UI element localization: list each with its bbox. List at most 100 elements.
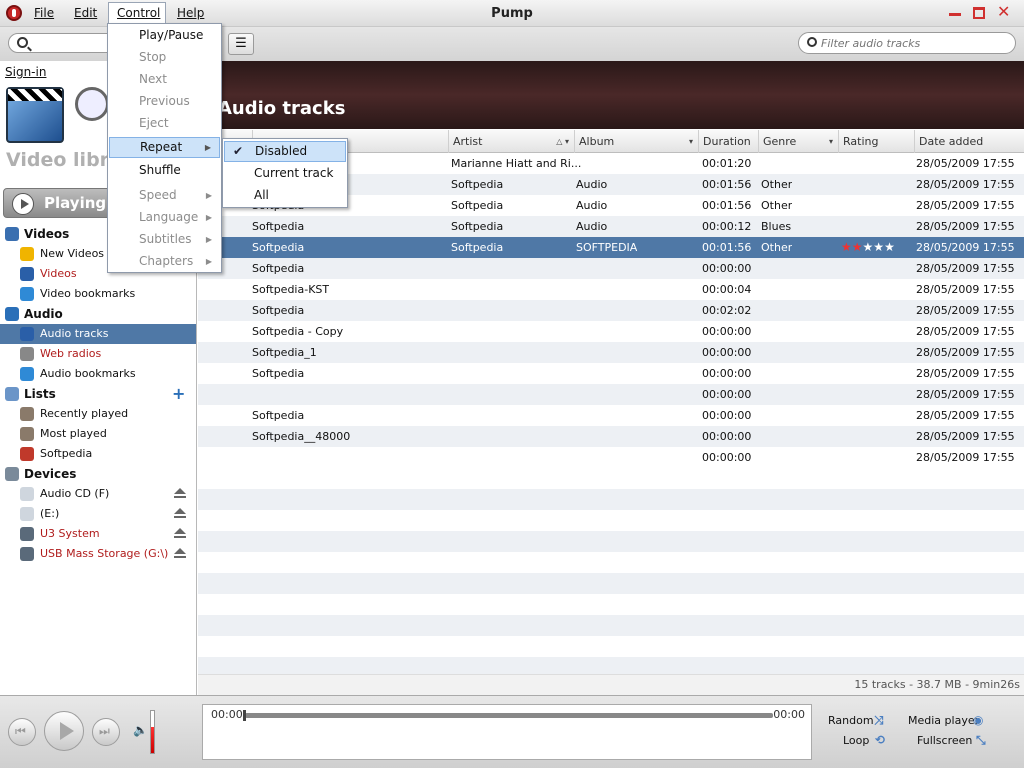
cell-title: Softpedia — [252, 241, 305, 254]
table-row[interactable]: Softpedia 00:00:00 28/05/2009 17:55 — [198, 363, 1024, 384]
column-album-header[interactable]: Album ▾ — [574, 130, 698, 153]
loop-icon[interactable]: ⟲ — [875, 733, 891, 747]
seek-handle[interactable] — [243, 710, 246, 721]
eject-icon[interactable] — [174, 508, 187, 520]
seek-bar[interactable] — [245, 713, 773, 718]
antenna-icon — [20, 347, 34, 361]
sidebar-item-most-played[interactable]: Most played — [0, 424, 196, 444]
window-title: Pump — [491, 6, 533, 21]
repeat-submenu: ✔ Disabled Current track All — [222, 138, 348, 208]
menu-item-shuffle[interactable]: Shuffle — [109, 160, 220, 181]
menu-item-language[interactable]: Language ▶ — [109, 207, 220, 228]
previous-button[interactable] — [8, 718, 36, 746]
sidebar-item-audio-bookmarks[interactable]: Audio bookmarks — [0, 364, 196, 384]
repeat-option-disabled[interactable]: ✔ Disabled — [224, 141, 346, 162]
next-button[interactable] — [92, 718, 120, 746]
sidebar-item-softpedia[interactable]: Softpedia — [0, 444, 196, 464]
eject-icon[interactable] — [174, 488, 187, 500]
film-icon — [5, 227, 19, 241]
add-list-icon[interactable]: + — [172, 384, 185, 404]
sidebar-item-u3-system[interactable]: U3 System — [0, 524, 196, 544]
column-duration-header[interactable]: Duration — [698, 130, 758, 153]
menu-item-next[interactable]: Next — [109, 69, 220, 90]
usb-icon — [20, 547, 34, 561]
sidebar-item-video-bookmarks[interactable]: Video bookmarks — [0, 284, 196, 304]
maximize-icon[interactable] — [973, 7, 985, 19]
rating-stars[interactable]: ★★★★★ — [841, 237, 895, 258]
loop-toggle[interactable]: Loop — [843, 734, 869, 747]
play-icon — [12, 193, 34, 215]
sidebar-item-lists[interactable]: Lists + — [0, 384, 196, 404]
close-icon[interactable]: ✕ — [997, 2, 1010, 21]
star-icon[interactable]: ★ — [873, 240, 884, 254]
table-row[interactable]: Softpedia Softpedia Audio 00:00:12 Blues 28/0… — [198, 216, 1024, 237]
cd-icon — [20, 487, 34, 501]
sidebar-item-devices[interactable]: Devices — [0, 464, 196, 484]
repeat-option-all[interactable]: All — [224, 185, 346, 206]
sidebar-item-web-radios[interactable]: Web radios — [0, 344, 196, 364]
list-view-icon[interactable]: ☰ — [228, 33, 254, 55]
table-row[interactable]: Softpedia Softpedia SOFTPEDIA 00:01:56 Other… — [198, 237, 1024, 258]
cell-duration: 00:00:00 — [702, 346, 752, 359]
play-button[interactable] — [44, 711, 84, 751]
cell-duration: 00:00:04 — [702, 283, 752, 296]
menu-item-speed[interactable]: Speed ▶ — [109, 185, 220, 206]
sidebar-item-audio[interactable]: Audio — [0, 304, 196, 324]
cell-date: 28/05/2009 17:55 — [916, 220, 1015, 233]
media-player-icon[interactable]: ◉ — [973, 713, 989, 727]
cell-genre: Blues — [761, 220, 792, 233]
sidebar-item-recently-played[interactable]: Recently played — [0, 404, 196, 424]
table-row[interactable]: Softpedia - Copy 00:00:00 28/05/2009 17:55 — [198, 321, 1024, 342]
menu-item-repeat[interactable]: Repeat ▶ — [109, 137, 220, 158]
fullscreen-button[interactable]: Fullscreen — [917, 734, 972, 747]
table-row[interactable]: Softpedia__48000 00:00:00 28/05/2009 17:55 — [198, 426, 1024, 447]
menu-item-previous[interactable]: Previous — [109, 91, 220, 112]
random-toggle[interactable]: Random — [828, 714, 874, 727]
chevron-down-icon: ▾ — [828, 137, 833, 146]
media-player-button[interactable]: Media player — [908, 714, 979, 727]
volume-slider[interactable] — [150, 710, 155, 754]
table-row[interactable]: Softpedia 00:02:02 28/05/2009 17:55 — [198, 300, 1024, 321]
folder-icon — [5, 387, 19, 401]
menu-item-play-pause[interactable]: Play/Pause — [109, 25, 220, 46]
cell-date: 28/05/2009 17:55 — [916, 241, 1015, 254]
menu-item-subtitles[interactable]: Subtitles ▶ — [109, 229, 220, 250]
star-icon[interactable]: ★ — [841, 240, 852, 254]
filter-field[interactable] — [798, 32, 1016, 54]
menu-item-eject[interactable]: Eject — [109, 113, 220, 134]
speaker-icon[interactable]: 🔈 — [133, 723, 148, 737]
sidebar-item-label: USB Mass Storage (G:\) — [40, 547, 169, 560]
fullscreen-icon[interactable]: ⤡ — [976, 733, 992, 747]
menu-item-label: Repeat — [140, 140, 183, 154]
minimize-icon[interactable] — [949, 7, 961, 16]
track-table: Marianne Hiatt and Ri... 00:01:20 28/05/20… — [198, 153, 1024, 674]
table-row[interactable]: 00:00:00 28/05/2009 17:55 — [198, 384, 1024, 405]
eject-icon[interactable] — [174, 528, 187, 540]
table-row[interactable]: Softpedia-KST 00:00:04 28/05/2009 17:55 — [198, 279, 1024, 300]
sidebar-item--e[interactable]: (E:) — [0, 504, 196, 524]
repeat-option-current-track[interactable]: Current track — [224, 163, 346, 184]
column-date-header[interactable]: Date added — [914, 130, 1010, 153]
menu-item-stop[interactable]: Stop — [109, 47, 220, 68]
cell-date: 28/05/2009 17:55 — [916, 325, 1015, 338]
shuffle-icon[interactable]: ⤨ — [874, 713, 890, 727]
sidebar-item-audio-tracks[interactable]: Audio tracks — [0, 324, 196, 344]
column-rating-header[interactable]: Rating — [838, 130, 914, 153]
table-row[interactable]: Softpedia 00:00:00 28/05/2009 17:55 — [198, 405, 1024, 426]
table-row[interactable]: Softpedia_1 00:00:00 28/05/2009 17:55 — [198, 342, 1024, 363]
sidebar-item-usb-mass-storage-g[interactable]: USB Mass Storage (G:\) — [0, 544, 196, 564]
search-icon — [807, 37, 817, 47]
cell-artist: Softpedia — [451, 220, 504, 233]
menu-item-chapters[interactable]: Chapters ▶ — [109, 251, 220, 272]
column-artist-header[interactable]: Artist △ ▾ — [448, 130, 574, 153]
filter-audio-input[interactable] — [821, 35, 1006, 51]
star-icon[interactable]: ★ — [852, 240, 863, 254]
star-icon[interactable]: ★ — [863, 240, 874, 254]
star-icon[interactable]: ★ — [884, 240, 895, 254]
sidebar-item-audio-cd-f[interactable]: Audio CD (F) — [0, 484, 196, 504]
sign-in-link[interactable]: Sign-in — [5, 65, 46, 79]
table-row[interactable]: Softpedia 00:00:00 28/05/2009 17:55 — [198, 258, 1024, 279]
eject-icon[interactable] — [174, 548, 187, 560]
column-genre-header[interactable]: Genre ▾ — [758, 130, 838, 153]
table-row[interactable]: 00:00:00 28/05/2009 17:55 — [198, 447, 1024, 468]
